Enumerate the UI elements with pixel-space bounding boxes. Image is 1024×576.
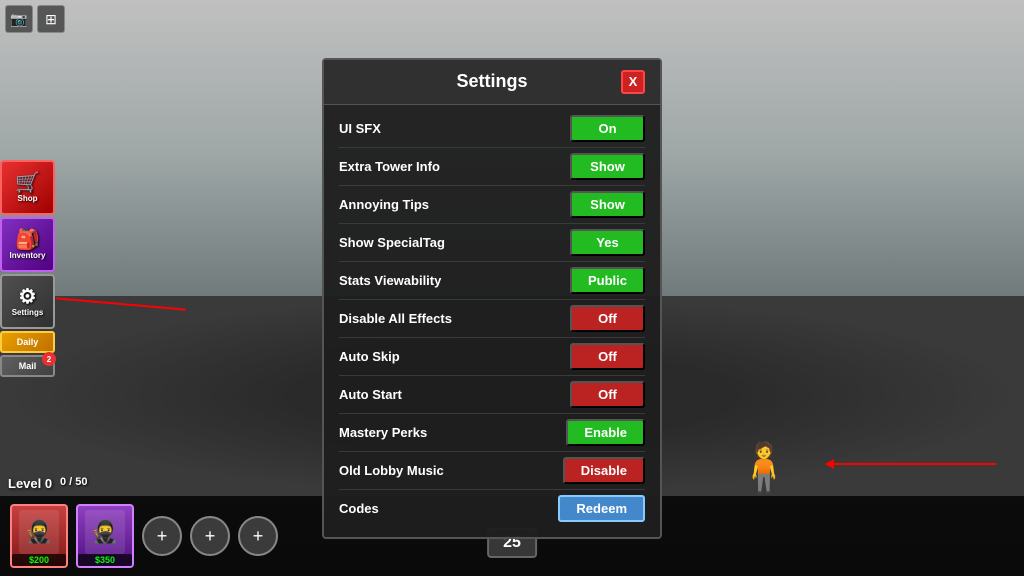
hero-slot-2[interactable]: 🥷 $350	[76, 504, 134, 568]
hero-price-1: $200	[12, 554, 66, 566]
shop-label: Shop	[18, 194, 38, 203]
setting-value-btn[interactable]: Show	[570, 191, 645, 218]
hero-figure-2: 🥷	[85, 510, 125, 554]
hero-price-2: $350	[78, 554, 132, 566]
setting-value-btn[interactable]: Disable	[563, 457, 645, 484]
setting-value-btn[interactable]: Off	[570, 381, 645, 408]
mail-badge: 2	[42, 352, 56, 366]
setting-label: Mastery Perks	[339, 425, 427, 440]
daily-label: Daily	[17, 337, 39, 347]
setting-value-btn[interactable]: Enable	[566, 419, 645, 446]
add-slot-1[interactable]: +	[142, 516, 182, 556]
setting-label: Disable All Effects	[339, 311, 452, 326]
setting-value-btn[interactable]: Public	[570, 267, 645, 294]
mail-label: Mail	[19, 361, 37, 371]
hero-slot-1[interactable]: 🥷 $200	[10, 504, 68, 568]
gear-icon: ⚙	[19, 287, 37, 307]
arrow-redeem	[826, 463, 996, 465]
settings-button[interactable]: ⚙ Settings	[0, 274, 55, 329]
setting-label: Codes	[339, 501, 379, 516]
setting-row: Annoying Tips Show	[339, 186, 645, 224]
setting-row: Show SpecialTag Yes	[339, 224, 645, 262]
setting-label: UI SFX	[339, 121, 381, 136]
setting-row: Stats Viewability Public	[339, 262, 645, 300]
modal-header: Settings X	[324, 60, 660, 105]
setting-label: Old Lobby Music	[339, 463, 444, 478]
daily-button[interactable]: Daily	[0, 331, 55, 353]
setting-row: Codes Redeem	[339, 490, 645, 527]
inventory-icon: 🎒	[15, 230, 40, 250]
add-slot-3[interactable]: +	[238, 516, 278, 556]
add-slot-2[interactable]: +	[190, 516, 230, 556]
arrow-redeem-head	[825, 459, 834, 469]
level-display: Level 0	[8, 476, 52, 491]
shop-button[interactable]: 🛒 Shop	[0, 160, 55, 215]
hero-figure-1: 🥷	[19, 510, 59, 554]
capacity-text: 0 / 50	[60, 476, 88, 488]
top-icons-area: 📷 ⊞	[5, 5, 65, 33]
setting-label: Show SpecialTag	[339, 235, 445, 250]
setting-value-btn[interactable]: Off	[570, 305, 645, 332]
capacity-display: 0 / 50	[60, 476, 88, 488]
setting-label: Extra Tower Info	[339, 159, 440, 174]
setting-row: Auto Start Off	[339, 376, 645, 414]
setting-value-btn[interactable]: On	[570, 115, 645, 142]
menu-icon[interactable]: ⊞	[37, 5, 65, 33]
close-button[interactable]: X	[621, 70, 645, 94]
setting-row: UI SFX On	[339, 110, 645, 148]
setting-row: Auto Skip Off	[339, 338, 645, 376]
setting-row: Disable All Effects Off	[339, 300, 645, 338]
setting-label: Stats Viewability	[339, 273, 441, 288]
player-character: 🧍	[734, 439, 794, 496]
setting-label: Auto Start	[339, 387, 402, 402]
setting-value-btn[interactable]: Show	[570, 153, 645, 180]
setting-value-btn[interactable]: Off	[570, 343, 645, 370]
settings-modal[interactable]: Settings X UI SFX On Extra Tower Info Sh…	[322, 58, 662, 539]
setting-label: Auto Skip	[339, 349, 400, 364]
modal-title: Settings	[363, 71, 621, 92]
level-text: Level 0	[8, 476, 52, 491]
setting-value-btn[interactable]: Redeem	[558, 495, 645, 522]
setting-row: Extra Tower Info Show	[339, 148, 645, 186]
setting-label: Annoying Tips	[339, 197, 429, 212]
settings-content: UI SFX On Extra Tower Info Show Annoying…	[324, 105, 660, 537]
shop-icon: 🛒	[15, 173, 40, 193]
setting-value-btn[interactable]: Yes	[570, 229, 645, 256]
setting-row: Old Lobby Music Disable	[339, 452, 645, 490]
screenshot-icon[interactable]: 📷	[5, 5, 33, 33]
setting-row: Mastery Perks Enable	[339, 414, 645, 452]
mail-button[interactable]: Mail 2	[0, 355, 55, 377]
left-sidebar: 🛒 Shop 🎒 Inventory ⚙ Settings Daily Mail…	[0, 160, 55, 377]
inventory-button[interactable]: 🎒 Inventory	[0, 217, 55, 272]
inventory-label: Inventory	[9, 251, 45, 260]
settings-label: Settings	[12, 308, 44, 317]
